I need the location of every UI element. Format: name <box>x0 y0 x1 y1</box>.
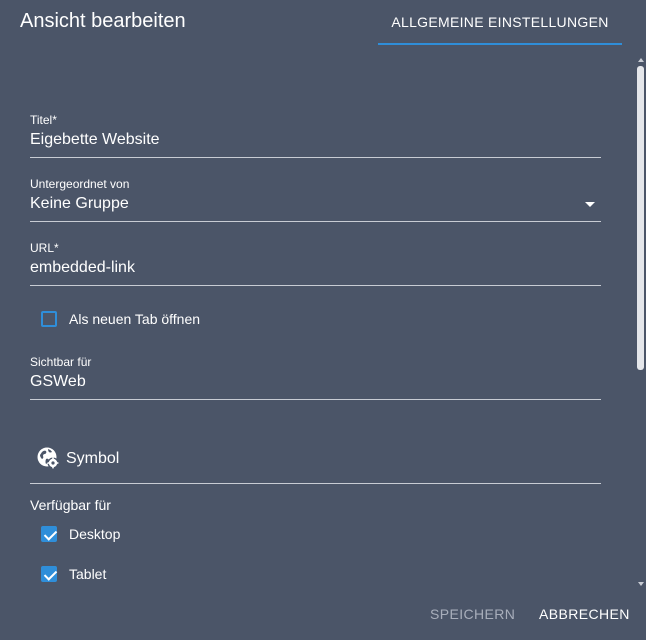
tablet-checkbox-row[interactable]: Tablet <box>41 566 106 582</box>
url-field[interactable]: URL* embedded-link <box>30 241 601 289</box>
visible-for-field[interactable]: Sichtbar für GSWeb <box>30 355 601 403</box>
scroll-up-arrow-icon[interactable] <box>638 58 644 62</box>
title-field-underline <box>30 157 601 158</box>
parent-group-underline <box>30 221 601 222</box>
tablet-checkbox[interactable] <box>41 566 57 582</box>
active-tab-indicator <box>378 43 622 45</box>
desktop-checkbox-row[interactable]: Desktop <box>41 526 120 542</box>
title-field[interactable]: Titel* Eigebette Website <box>30 113 601 161</box>
visible-for-label: Sichtbar für <box>30 355 92 369</box>
visible-for-value[interactable]: GSWeb <box>30 373 86 391</box>
symbol-underline <box>30 483 601 484</box>
parent-group-value[interactable]: Keine Gruppe <box>30 195 129 213</box>
url-field-underline <box>30 285 601 286</box>
tablet-label: Tablet <box>69 566 107 582</box>
dialog-footer: SPEICHERN ABBRECHEN <box>0 590 646 640</box>
title-field-label: Titel* <box>30 113 57 127</box>
new-tab-checkbox-row[interactable]: Als neuen Tab öffnen <box>41 311 200 327</box>
symbol-picker[interactable]: Symbol <box>30 444 601 484</box>
title-field-value[interactable]: Eigebette Website <box>30 131 160 149</box>
cancel-button[interactable]: ABBRECHEN <box>539 606 630 622</box>
url-field-label: URL* <box>30 241 59 255</box>
visible-for-underline <box>30 399 601 400</box>
url-field-value[interactable]: embedded-link <box>30 259 135 277</box>
dialog-title: Ansicht bearbeiten <box>20 10 186 32</box>
parent-group-select[interactable]: Untergeordnet von Keine Gruppe <box>30 177 601 225</box>
dialog-header: Ansicht bearbeiten ALLGEMEINE EINSTELLUN… <box>0 0 646 46</box>
parent-group-label: Untergeordnet von <box>30 177 130 191</box>
dialog-content[interactable]: Titel* Eigebette Website Untergeordnet v… <box>0 46 636 590</box>
edit-view-dialog: Ansicht bearbeiten ALLGEMEINE EINSTELLUN… <box>0 0 646 640</box>
available-for-label: Verfügbar für <box>30 497 111 513</box>
vertical-scrollbar[interactable] <box>636 56 646 590</box>
save-button[interactable]: SPEICHERN <box>430 606 515 622</box>
scrollbar-thumb[interactable] <box>637 66 644 370</box>
new-tab-label: Als neuen Tab öffnen <box>69 311 201 327</box>
tab-general-settings[interactable]: ALLGEMEINE EINSTELLUNGEN <box>378 0 622 44</box>
chevron-down-icon[interactable] <box>585 202 595 207</box>
desktop-label: Desktop <box>69 526 121 542</box>
desktop-checkbox[interactable] <box>41 526 57 542</box>
symbol-label: Symbol <box>66 450 120 467</box>
scroll-down-arrow-icon[interactable] <box>638 582 644 586</box>
new-tab-checkbox[interactable] <box>41 311 57 327</box>
globe-settings-icon[interactable] <box>36 446 60 470</box>
